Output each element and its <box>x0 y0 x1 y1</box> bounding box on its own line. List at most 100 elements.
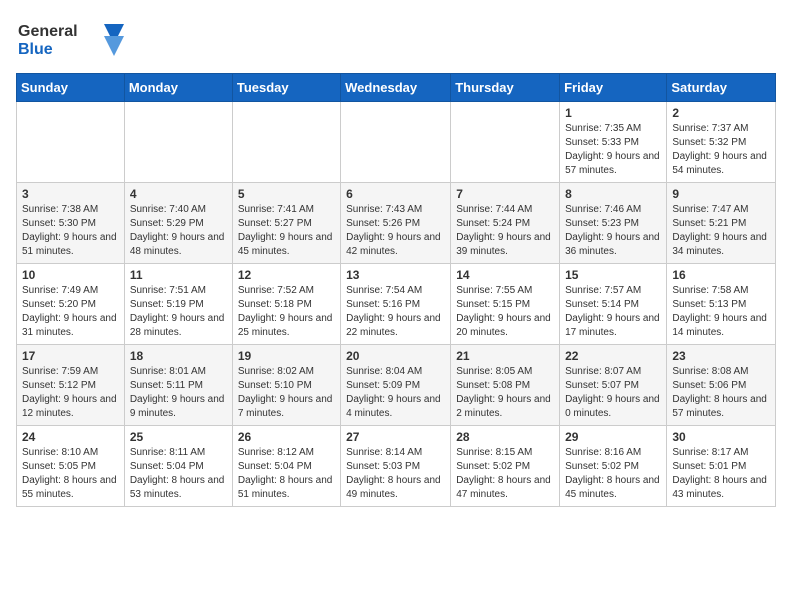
day-info: Sunrise: 7:54 AM Sunset: 5:16 PM Dayligh… <box>346 284 445 340</box>
day-number: 14 <box>456 268 554 282</box>
day-info: Sunrise: 7:47 AM Sunset: 5:21 PM Dayligh… <box>672 203 770 259</box>
calendar-cell: 13 Sunrise: 7:54 AM Sunset: 5:16 PM Dayli… <box>341 264 451 345</box>
day-info: Sunrise: 7:44 AM Sunset: 5:24 PM Dayligh… <box>456 203 554 259</box>
day-info: Sunrise: 7:41 AM Sunset: 5:27 PM Dayligh… <box>238 203 335 259</box>
day-info: Sunrise: 7:59 AM Sunset: 5:12 PM Dayligh… <box>22 365 119 421</box>
day-number: 5 <box>238 187 335 201</box>
day-number: 13 <box>346 268 445 282</box>
calendar-cell: 15Sunrise: 7:57 AM Sunset: 5:14 PM Dayli… <box>560 264 667 345</box>
day-number: 6 <box>346 187 445 201</box>
calendar-cell: 2 Sunrise: 7:37 AM Sunset: 5:32 PM Daylig… <box>667 102 776 183</box>
calendar-cell: 4 Sunrise: 7:40 AM Sunset: 5:29 PM Daylig… <box>124 183 232 264</box>
weekday-header-saturday: Saturday <box>667 74 776 102</box>
day-number: 2 <box>672 106 770 120</box>
day-number: 28 <box>456 430 554 444</box>
day-info: Sunrise: 8:10 AM Sunset: 5:05 PM Dayligh… <box>22 446 119 502</box>
calendar-cell: 10 Sunrise: 7:49 AM Sunset: 5:20 PM Dayli… <box>17 264 125 345</box>
week-row-3: 10 Sunrise: 7:49 AM Sunset: 5:20 PM Dayli… <box>17 264 776 345</box>
day-number: 4 <box>130 187 227 201</box>
day-info: Sunrise: 8:08 AM Sunset: 5:06 PM Dayligh… <box>672 365 770 421</box>
day-number: 21 <box>456 349 554 363</box>
day-info: Sunrise: 8:12 AM Sunset: 5:04 PM Dayligh… <box>238 446 335 502</box>
calendar-cell: 9 Sunrise: 7:47 AM Sunset: 5:21 PM Daylig… <box>667 183 776 264</box>
calendar-cell: 6 Sunrise: 7:43 AM Sunset: 5:26 PM Daylig… <box>341 183 451 264</box>
day-info: Sunrise: 7:46 AM Sunset: 5:23 PM Dayligh… <box>565 203 661 259</box>
day-info: Sunrise: 8:01 AM Sunset: 5:11 PM Dayligh… <box>130 365 227 421</box>
svg-text:General: General <box>18 23 78 40</box>
weekday-header-thursday: Thursday <box>451 74 560 102</box>
weekday-header-friday: Friday <box>560 74 667 102</box>
calendar-cell: 19 Sunrise: 8:02 AM Sunset: 5:10 PM Dayli… <box>232 345 340 426</box>
day-number: 12 <box>238 268 335 282</box>
day-number: 3 <box>22 187 119 201</box>
calendar-cell: 12 Sunrise: 7:52 AM Sunset: 5:18 PM Dayli… <box>232 264 340 345</box>
weekday-header-tuesday: Tuesday <box>232 74 340 102</box>
calendar-cell <box>124 102 232 183</box>
day-number: 19 <box>238 349 335 363</box>
day-info: Sunrise: 7:51 AM Sunset: 5:19 PM Dayligh… <box>130 284 227 340</box>
day-number: 11 <box>130 268 227 282</box>
day-number: 23 <box>672 349 770 363</box>
day-number: 20 <box>346 349 445 363</box>
day-info: Sunrise: 7:38 AM Sunset: 5:30 PM Dayligh… <box>22 203 119 259</box>
calendar-cell: 18 Sunrise: 8:01 AM Sunset: 5:11 PM Dayli… <box>124 345 232 426</box>
day-number: 26 <box>238 430 335 444</box>
calendar-cell: 22Sunrise: 8:07 AM Sunset: 5:07 PM Dayli… <box>560 345 667 426</box>
day-number: 25 <box>130 430 227 444</box>
day-number: 18 <box>130 349 227 363</box>
weekday-header-sunday: Sunday <box>17 74 125 102</box>
calendar-cell <box>341 102 451 183</box>
calendar-cell <box>232 102 340 183</box>
calendar-cell <box>451 102 560 183</box>
week-row-5: 24 Sunrise: 8:10 AM Sunset: 5:05 PM Dayli… <box>17 426 776 507</box>
day-number: 8 <box>565 187 661 201</box>
day-number: 27 <box>346 430 445 444</box>
day-number: 15 <box>565 268 661 282</box>
day-info: Sunrise: 7:58 AM Sunset: 5:13 PM Dayligh… <box>672 284 770 340</box>
day-number: 29 <box>565 430 661 444</box>
page: General Blue SundayMondayTuesdayWednesda… <box>0 0 792 517</box>
calendar-cell: 23 Sunrise: 8:08 AM Sunset: 5:06 PM Dayli… <box>667 345 776 426</box>
calendar-cell: 8 Sunrise: 7:46 AM Sunset: 5:23 PM Daylig… <box>560 183 667 264</box>
day-info: Sunrise: 7:43 AM Sunset: 5:26 PM Dayligh… <box>346 203 445 259</box>
calendar-cell: 5 Sunrise: 7:41 AM Sunset: 5:27 PM Daylig… <box>232 183 340 264</box>
calendar-table: SundayMondayTuesdayWednesdayThursdayFrid… <box>16 73 776 507</box>
day-info: Sunrise: 7:49 AM Sunset: 5:20 PM Dayligh… <box>22 284 119 340</box>
weekday-header-wednesday: Wednesday <box>341 74 451 102</box>
day-info: Sunrise: 7:37 AM Sunset: 5:32 PM Dayligh… <box>672 122 770 178</box>
calendar-cell: 14Sunrise: 7:55 AM Sunset: 5:15 PM Dayli… <box>451 264 560 345</box>
day-info: Sunrise: 8:02 AM Sunset: 5:10 PM Dayligh… <box>238 365 335 421</box>
day-number: 17 <box>22 349 119 363</box>
calendar-cell: 30Sunrise: 8:17 AM Sunset: 5:01 PM Dayli… <box>667 426 776 507</box>
calendar-cell <box>17 102 125 183</box>
day-number: 9 <box>672 187 770 201</box>
day-info: Sunrise: 8:07 AM Sunset: 5:07 PM Dayligh… <box>565 365 661 421</box>
header: General Blue <box>16 16 776 65</box>
day-info: Sunrise: 7:35 AM Sunset: 5:33 PM Dayligh… <box>565 122 661 178</box>
calendar-cell: 27 Sunrise: 8:14 AM Sunset: 5:03 PM Dayli… <box>341 426 451 507</box>
logo-content: General Blue <box>16 16 126 65</box>
calendar-cell: 3 Sunrise: 7:38 AM Sunset: 5:30 PM Daylig… <box>17 183 125 264</box>
day-number: 30 <box>672 430 770 444</box>
calendar-cell: 7Sunrise: 7:44 AM Sunset: 5:24 PM Daylig… <box>451 183 560 264</box>
day-number: 16 <box>672 268 770 282</box>
calendar-cell: 1Sunrise: 7:35 AM Sunset: 5:33 PM Daylig… <box>560 102 667 183</box>
calendar-cell: 20Sunrise: 8:04 AM Sunset: 5:09 PM Dayli… <box>341 345 451 426</box>
day-info: Sunrise: 8:15 AM Sunset: 5:02 PM Dayligh… <box>456 446 554 502</box>
calendar-cell: 11 Sunrise: 7:51 AM Sunset: 5:19 PM Dayli… <box>124 264 232 345</box>
calendar-cell: 28 Sunrise: 8:15 AM Sunset: 5:02 PM Dayli… <box>451 426 560 507</box>
logo: General Blue <box>16 16 126 65</box>
calendar-cell: 26 Sunrise: 8:12 AM Sunset: 5:04 PM Dayli… <box>232 426 340 507</box>
calendar-cell: 21 Sunrise: 8:05 AM Sunset: 5:08 PM Dayli… <box>451 345 560 426</box>
day-info: Sunrise: 8:11 AM Sunset: 5:04 PM Dayligh… <box>130 446 227 502</box>
svg-text:Blue: Blue <box>18 41 53 58</box>
day-number: 24 <box>22 430 119 444</box>
day-info: Sunrise: 7:40 AM Sunset: 5:29 PM Dayligh… <box>130 203 227 259</box>
calendar-cell: 25 Sunrise: 8:11 AM Sunset: 5:04 PM Dayli… <box>124 426 232 507</box>
day-number: 10 <box>22 268 119 282</box>
calendar-cell: 16 Sunrise: 7:58 AM Sunset: 5:13 PM Dayli… <box>667 264 776 345</box>
day-info: Sunrise: 8:05 AM Sunset: 5:08 PM Dayligh… <box>456 365 554 421</box>
week-row-2: 3 Sunrise: 7:38 AM Sunset: 5:30 PM Daylig… <box>17 183 776 264</box>
day-info: Sunrise: 8:14 AM Sunset: 5:03 PM Dayligh… <box>346 446 445 502</box>
day-info: Sunrise: 7:52 AM Sunset: 5:18 PM Dayligh… <box>238 284 335 340</box>
